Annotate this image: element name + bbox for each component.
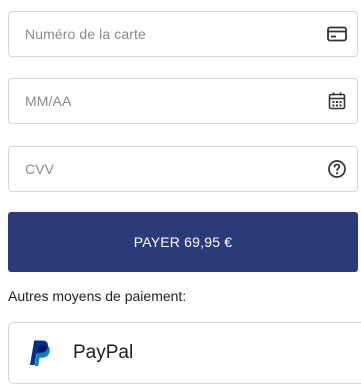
cvv-placeholder: CVV: [25, 161, 55, 177]
help-circle-icon[interactable]: [326, 158, 348, 180]
card-number-field[interactable]: Numéro de la carte: [8, 11, 358, 57]
paypal-logo-icon: [27, 339, 53, 367]
pay-button[interactable]: PAYER 69,95 €: [8, 212, 358, 272]
credit-card-icon: [326, 23, 348, 45]
paypal-label: PayPal: [73, 342, 134, 363]
expiry-date-field[interactable]: MM/AA: [8, 78, 358, 124]
calendar-icon: [326, 90, 348, 112]
card-number-placeholder: Numéro de la carte: [25, 26, 146, 42]
expiry-date-placeholder: MM/AA: [25, 93, 72, 109]
alternative-payment-heading: Autres moyens de paiement:: [8, 288, 187, 304]
cvv-field[interactable]: CVV: [8, 146, 358, 192]
paypal-option[interactable]: PayPal: [8, 322, 361, 384]
